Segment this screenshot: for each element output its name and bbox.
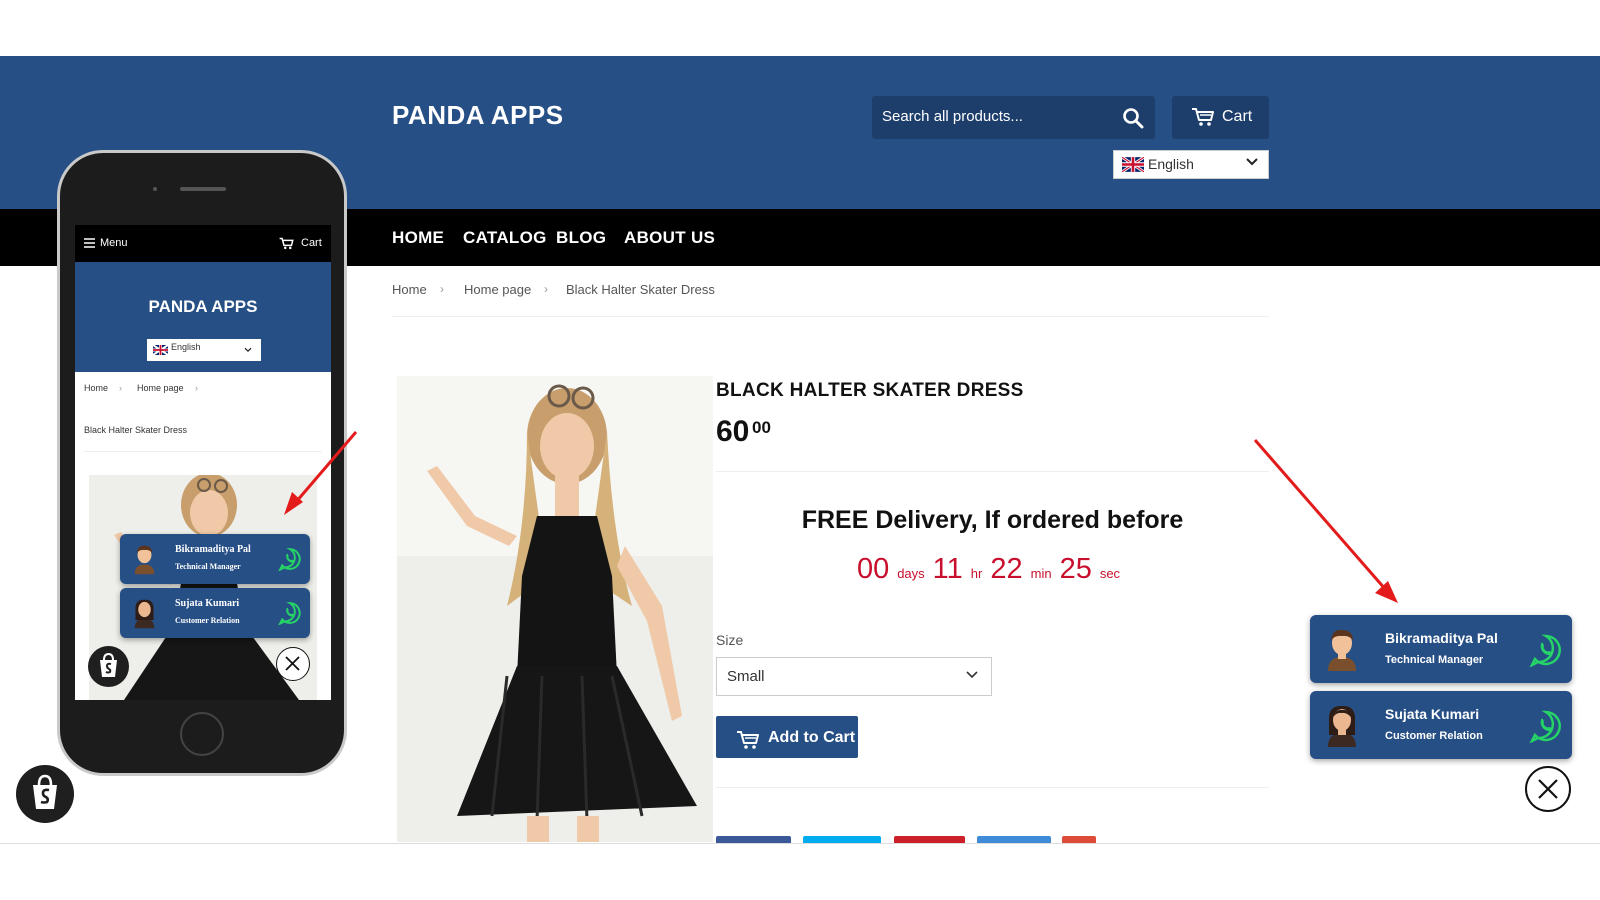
avatar-icon — [134, 545, 155, 575]
language-label: English — [1148, 156, 1194, 172]
mobile-whatsapp-close-button[interactable] — [276, 647, 310, 681]
divider — [84, 451, 322, 452]
countdown-hours-label: hr — [970, 566, 983, 581]
whatsapp-agent-card[interactable]: Sujata Kumari Customer Relation — [1310, 691, 1572, 759]
countdown-days: 00 — [856, 553, 890, 585]
mobile-whatsapp-agent-card[interactable]: Sujata Kumari Customer Relation — [120, 588, 310, 638]
whatsapp-agent-card[interactable]: Bikramaditya Pal Technical Manager — [1310, 615, 1572, 683]
countdown-minutes-label: min — [1030, 566, 1052, 581]
product-price: 60 — [716, 415, 750, 448]
mobile-shopify-button[interactable] — [88, 646, 129, 687]
free-delivery-banner: FREE Delivery, If ordered before — [801, 506, 1184, 534]
mobile-menu-label[interactable]: Menu — [100, 237, 128, 249]
cart-icon — [279, 237, 294, 250]
countdown-hours: 11 — [932, 553, 963, 585]
phone-home-button — [180, 712, 224, 756]
mobile-whatsapp-agent-card[interactable]: Bikramaditya Pal Technical Manager — [120, 534, 310, 584]
phone-camera — [153, 187, 157, 191]
avatar-icon — [134, 599, 155, 629]
uk-flag-icon — [153, 345, 168, 355]
breadcrumb-separator: › — [119, 383, 122, 393]
chevron-down-icon — [244, 347, 252, 353]
divider — [0, 843, 1600, 844]
uk-flag-icon — [1122, 157, 1144, 172]
close-icon — [1538, 779, 1558, 799]
mobile-brand[interactable]: PANDA APPS — [75, 297, 331, 317]
cart-icon — [737, 731, 759, 749]
mobile-product-title: Black Halter Skater Dress — [84, 425, 188, 435]
mobile-cart-label[interactable]: Cart — [301, 237, 322, 249]
store-brand[interactable]: PANDA APPS — [392, 100, 564, 131]
agent-name: Bikramaditya Pal — [175, 544, 251, 555]
size-value: Small — [727, 668, 765, 685]
close-icon — [285, 656, 300, 671]
phone-speaker — [180, 187, 226, 191]
countdown-seconds: 25 — [1059, 553, 1092, 585]
product-image[interactable] — [397, 376, 713, 842]
hamburger-icon[interactable] — [84, 238, 95, 248]
add-to-cart-label: Add to Cart — [768, 729, 856, 746]
agent-name: Bikramaditya Pal — [1385, 630, 1498, 646]
mobile-breadcrumb-home-page[interactable]: Home page — [137, 383, 184, 393]
breadcrumb-home[interactable]: Home — [392, 282, 427, 297]
nav-home[interactable]: HOME — [392, 228, 444, 248]
breadcrumb-current: Black Halter Skater Dress — [566, 282, 715, 297]
agent-role: Technical Manager — [1385, 654, 1484, 666]
mobile-breadcrumb-home[interactable]: Home — [84, 383, 108, 393]
shopify-button[interactable] — [16, 765, 74, 823]
annotation-arrow — [1253, 439, 1398, 603]
divider — [716, 787, 1269, 788]
cart-label: Cart — [1222, 108, 1253, 125]
chevron-down-icon — [966, 671, 978, 679]
shopify-icon — [33, 774, 57, 809]
cart-icon — [1192, 108, 1214, 126]
breadcrumb-separator: › — [195, 383, 198, 393]
shopify-icon — [100, 652, 117, 677]
agent-name: Sujata Kumari — [1385, 706, 1480, 722]
breadcrumb-home-page[interactable]: Home page — [464, 282, 531, 297]
whatsapp-icon — [278, 602, 301, 625]
search-button[interactable] — [1118, 104, 1148, 132]
breadcrumb-separator: › — [544, 282, 548, 296]
agent-role: Customer Relation — [175, 616, 240, 625]
chevron-down-icon — [1246, 158, 1258, 166]
countdown-days-label: days — [897, 566, 925, 581]
divider — [716, 471, 1269, 472]
nav-blog[interactable]: BLOG — [556, 228, 606, 248]
whatsapp-icon — [1529, 710, 1561, 743]
avatar-icon — [1328, 705, 1356, 747]
product-price-cents: 00 — [752, 418, 771, 437]
cart-button[interactable] — [1172, 96, 1269, 139]
breadcrumb-separator: › — [440, 282, 444, 296]
search-placeholder: Search all products... — [882, 108, 1023, 125]
product-title: BLACK HALTER SKATER DRESS — [716, 380, 1024, 401]
nav-catalog[interactable]: CATALOG — [463, 228, 547, 248]
countdown-seconds-label: sec — [1099, 566, 1121, 581]
mobile-language-label: English — [171, 342, 201, 352]
size-label: Size — [716, 632, 744, 648]
whatsapp-close-button[interactable] — [1525, 766, 1571, 812]
agent-role: Technical Manager — [175, 562, 241, 571]
whatsapp-icon — [1529, 634, 1561, 667]
whatsapp-icon — [278, 548, 301, 571]
agent-role: Customer Relation — [1385, 730, 1483, 742]
avatar-icon — [1328, 629, 1356, 671]
agent-name: Sujata Kumari — [175, 598, 240, 609]
divider — [392, 316, 1269, 317]
search-icon — [1123, 108, 1144, 129]
nav-about-us[interactable]: ABOUT US — [624, 228, 715, 248]
countdown-timer: 00 days 11 hr 22 min 25 sec — [716, 553, 1269, 586]
countdown-minutes: 22 — [990, 553, 1023, 585]
